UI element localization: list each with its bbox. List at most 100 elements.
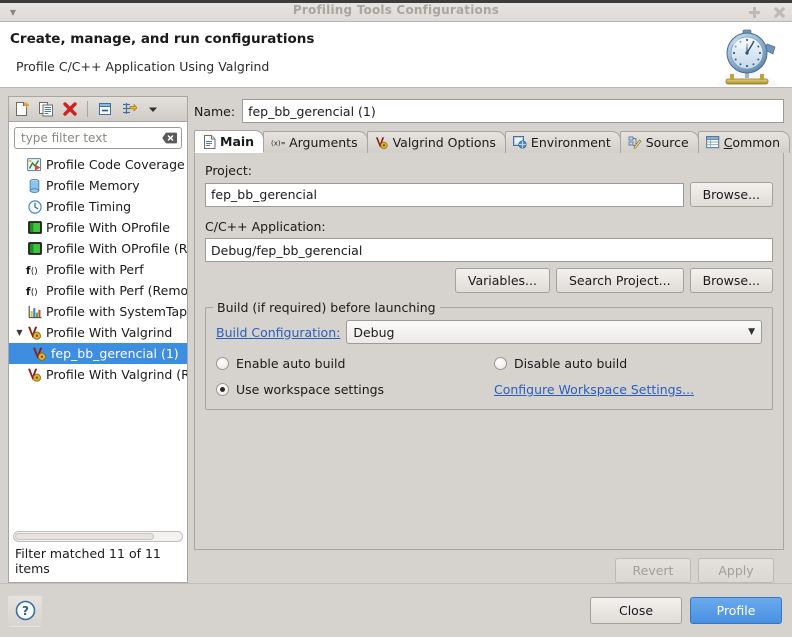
perf-function-icon: f() [26, 263, 43, 277]
tree-item-label: Profile Memory [46, 178, 140, 193]
filter-status-label: Filter matched 11 of 11 items [9, 544, 187, 582]
apply-button[interactable]: Apply [698, 558, 774, 583]
tab-source-label: Source [645, 135, 689, 150]
search-project-button[interactable]: Search Project... [555, 268, 684, 293]
tree-item[interactable]: f() Profile with Perf [9, 259, 187, 280]
arguments-icon: (x)= [271, 136, 285, 150]
configuration-name-input[interactable]: fep_bb_gerencial (1) [242, 99, 784, 123]
application-label: C/C++ Application: [205, 219, 326, 234]
filter-placeholder: type filter text [21, 131, 108, 145]
tree-item[interactable]: fep_bb_gerencial (1) [9, 343, 187, 364]
window-controls [748, 6, 786, 19]
application-row: Debug/fep_bb_gerencial [205, 238, 773, 262]
close-button[interactable]: Close [590, 597, 682, 624]
project-browse-button[interactable]: Browse... [689, 182, 773, 207]
window-menu-icon[interactable]: ▼ [6, 5, 20, 19]
tree-item[interactable]: Profile With Valgrind (Rem [9, 364, 187, 385]
radio-disable-auto-build-label: Disable auto build [514, 356, 628, 371]
build-options-grid: Enable auto build Disable auto build Use… [216, 356, 762, 397]
radio-use-workspace-settings-label: Use workspace settings [236, 382, 385, 397]
tree-item-label: Profile With Valgrind (Rem [46, 367, 187, 382]
tree-toolbar [8, 96, 188, 121]
duplicate-configuration-icon[interactable] [37, 100, 55, 118]
filter-configurations-icon[interactable] [120, 100, 138, 118]
revert-button[interactable]: Revert [615, 558, 691, 583]
scrollbar-track[interactable] [13, 531, 183, 542]
tree-item[interactable]: Profile Memory [9, 175, 187, 196]
configurations-tree-box: type filter text Profile Code Coverage P… [8, 121, 188, 583]
configure-workspace-settings-link[interactable]: Configure Workspace Settings... [494, 382, 694, 397]
project-label: Project: [205, 163, 252, 178]
expand-twisty-icon[interactable]: ▼ [13, 328, 26, 337]
memory-icon [26, 178, 43, 193]
radio-indicator [494, 357, 507, 370]
tab-arguments[interactable]: (x)= Arguments [263, 131, 368, 153]
svg-text:(x)=: (x)= [271, 139, 285, 147]
code-coverage-icon [26, 157, 43, 172]
build-before-launch-group: Build (if required) before launching Bui… [205, 300, 773, 410]
collapse-all-icon[interactable] [96, 100, 114, 118]
project-input[interactable]: fep_bb_gerencial [205, 182, 684, 207]
new-configuration-icon[interactable] [13, 100, 31, 118]
valgrind-icon [375, 136, 389, 150]
valgrind-icon [31, 347, 48, 361]
view-menu-chevron-icon[interactable] [144, 100, 162, 118]
search-input[interactable]: type filter text [14, 127, 182, 149]
application-browse-button[interactable]: Browse... [689, 268, 773, 293]
main-document-icon [202, 134, 216, 149]
tab-source[interactable]: Source [619, 131, 699, 153]
radio-disable-auto-build[interactable]: Disable auto build [494, 356, 762, 371]
tree-item[interactable]: f()Profile with Perf (Remote) [9, 280, 187, 301]
application-input[interactable]: Debug/fep_bb_gerencial [205, 238, 773, 262]
toolbar-separator [87, 101, 88, 117]
tree-item[interactable]: Profile with SystemTap [9, 301, 187, 322]
scrollbar-thumb[interactable] [15, 533, 155, 540]
tree-item[interactable]: ▼ Profile With Valgrind [9, 322, 187, 343]
main-tab-panel: Project: fep_bb_gerencial Browse... C/C+… [194, 152, 784, 550]
help-button[interactable]: ? [8, 594, 42, 627]
timing-clock-icon [26, 199, 43, 214]
delete-configuration-icon[interactable] [61, 100, 79, 118]
tab-valgrind-options-label: Valgrind Options [392, 135, 496, 150]
svg-text:(): () [31, 288, 38, 298]
project-value: fep_bb_gerencial [211, 187, 317, 202]
tree-horizontal-scrollbar[interactable] [9, 528, 187, 544]
tab-main[interactable]: Main [194, 130, 265, 153]
application-buttons-row: Variables... Search Project... Browse... [205, 268, 773, 293]
radio-enable-auto-build[interactable]: Enable auto build [216, 356, 494, 371]
tree-item[interactable]: Profile Code Coverage [9, 154, 187, 175]
svg-text:?: ? [22, 604, 29, 618]
tree-item[interactable]: Profile Timing [9, 196, 187, 217]
tree-item[interactable]: Profile With OProfile (Rem [9, 238, 187, 259]
tree-item-label: Profile with SystemTap [46, 304, 187, 319]
tab-environment[interactable]: Environment [504, 131, 621, 153]
chevron-down-icon: ▼ [748, 327, 755, 337]
profile-button[interactable]: Profile [690, 597, 782, 624]
valgrind-icon [26, 326, 43, 340]
footer-actions: Close Profile [590, 597, 782, 624]
dialog-footer: ? Close Profile [0, 583, 792, 637]
configuration-details-panel: Name: fep_bb_gerencial (1) Main (x)= Arg… [194, 96, 790, 583]
tree-item-label: Profile Timing [46, 199, 132, 214]
tree-item[interactable]: Profile With OProfile [9, 217, 187, 238]
radio-use-workspace-settings[interactable]: Use workspace settings [216, 382, 494, 397]
tree-item-label: Profile With OProfile (Rem [46, 241, 187, 256]
build-configuration-select[interactable]: Debug ▼ [346, 320, 762, 344]
radio-indicator [216, 383, 229, 396]
close-icon[interactable] [773, 6, 786, 19]
build-group-title: Build (if required) before launching [213, 300, 440, 315]
tab-common-label: Common [723, 135, 780, 150]
help-question-icon: ? [15, 600, 35, 621]
build-configuration-link[interactable]: Build Configuration: [216, 325, 340, 340]
tab-common[interactable]: Common [697, 131, 790, 153]
clear-filter-icon[interactable] [162, 132, 177, 145]
revert-apply-row: Revert Apply [194, 550, 784, 583]
configurations-tree[interactable]: Profile Code Coverage Profile Memory Profi… [9, 153, 187, 528]
tab-bar: Main (x)= Arguments Valgrind Options Env… [194, 130, 790, 153]
tab-arguments-label: Arguments [289, 135, 358, 150]
maximize-icon[interactable] [748, 6, 761, 19]
environment-icon [512, 136, 527, 150]
dialog-body: type filter text Profile Code Coverage P… [0, 88, 792, 583]
variables-button[interactable]: Variables... [454, 268, 550, 293]
tab-valgrind-options[interactable]: Valgrind Options [366, 131, 506, 153]
